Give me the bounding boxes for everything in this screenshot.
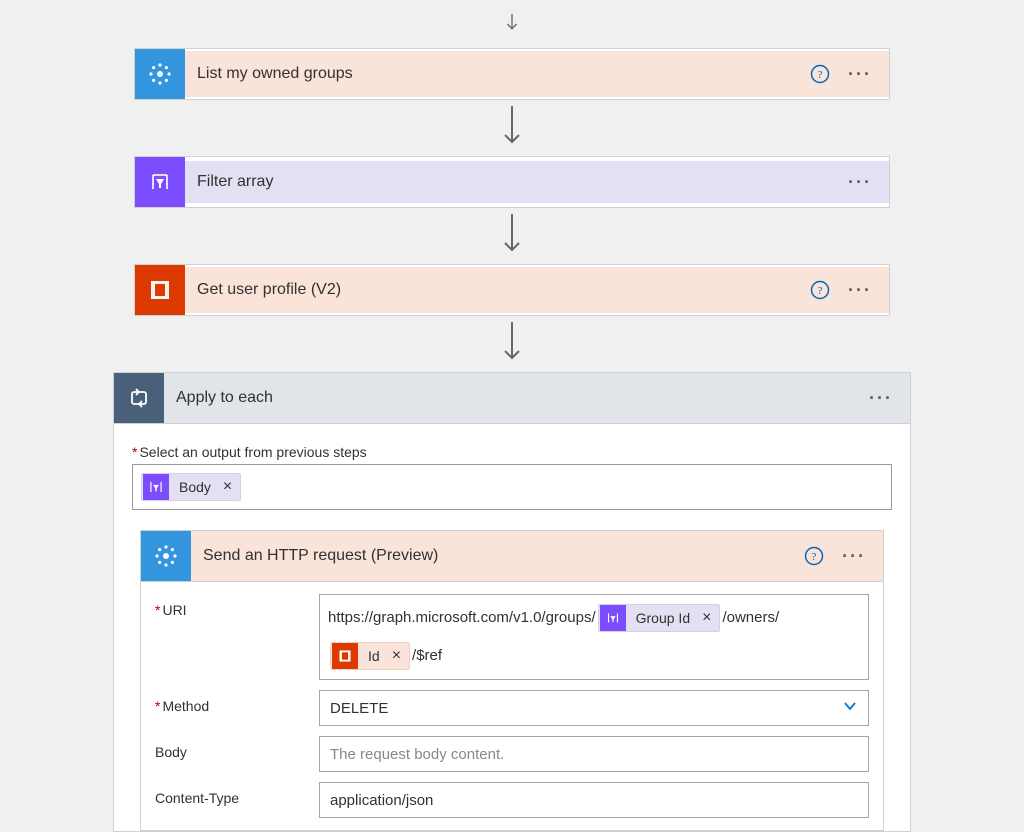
svg-text:?: ? <box>812 551 817 563</box>
more-menu-button[interactable]: ··· <box>839 547 869 565</box>
help-icon[interactable]: ? <box>809 279 831 301</box>
data-ops-icon <box>600 605 626 631</box>
body-row: Body The request body content. <box>155 736 869 772</box>
more-menu-button[interactable]: ··· <box>845 281 875 299</box>
uri-text-2: /owners/ <box>722 599 779 637</box>
step-get-user-profile[interactable]: Get user profile (V2) ? ··· <box>134 264 890 316</box>
content-type-value: application/json <box>330 792 433 809</box>
arrow-down-icon <box>0 316 1024 372</box>
office365-icon <box>135 265 185 315</box>
chevron-down-icon <box>842 698 858 718</box>
content-type-label: Content-Type <box>155 782 319 806</box>
http-form: *URI https://graph.microsoft.com/v1.0/gr… <box>141 582 883 830</box>
select-output-label: *Select an output from previous steps <box>132 444 892 460</box>
azure-ad-icon <box>141 531 191 581</box>
token-label: Id <box>358 641 388 671</box>
token-label: Body <box>169 479 219 495</box>
body-field[interactable]: The request body content. <box>319 736 869 772</box>
step-title: Get user profile (V2) <box>197 281 809 299</box>
required-indicator: * <box>132 444 137 460</box>
step-list-owned-groups[interactable]: List my owned groups ? ··· <box>134 48 890 100</box>
loop-icon <box>114 373 164 423</box>
arrow-down-icon <box>0 0 1024 48</box>
uri-label: *URI <box>155 594 319 618</box>
body-placeholder: The request body content. <box>330 746 504 763</box>
help-icon[interactable]: ? <box>803 545 825 567</box>
uri-row: *URI https://graph.microsoft.com/v1.0/gr… <box>155 594 869 680</box>
method-label: *Method <box>155 690 319 714</box>
token-id[interactable]: Id × <box>330 642 410 670</box>
token-label: Group Id <box>626 603 698 633</box>
step-title: List my owned groups <box>197 65 809 83</box>
data-ops-icon <box>135 157 185 207</box>
uri-field[interactable]: https://graph.microsoft.com/v1.0/groups/ <box>319 594 869 680</box>
token-body[interactable]: Body × <box>141 473 241 501</box>
step-title: Send an HTTP request (Preview) <box>191 547 803 565</box>
select-output-field[interactable]: Body × <box>132 464 892 510</box>
body-label: Body <box>155 736 319 760</box>
step-title: Apply to each <box>164 389 866 407</box>
more-menu-button[interactable]: ··· <box>845 173 875 191</box>
remove-token-button[interactable]: × <box>219 478 236 496</box>
arrow-down-icon <box>0 208 1024 264</box>
uri-text-1: https://graph.microsoft.com/v1.0/groups/ <box>328 599 596 637</box>
apply-each-content: *Select an output from previous steps Bo… <box>114 424 910 831</box>
method-value: DELETE <box>330 700 388 717</box>
uri-text-3: /$ref <box>412 637 442 675</box>
data-ops-icon <box>143 474 169 500</box>
arrow-down-icon <box>0 100 1024 156</box>
content-type-field[interactable]: application/json <box>319 782 869 818</box>
method-row: *Method DELETE <box>155 690 869 726</box>
content-type-row: Content-Type application/json <box>155 782 869 818</box>
step-filter-array[interactable]: Filter array ··· <box>134 156 890 208</box>
step-title: Filter array <box>197 173 845 191</box>
more-menu-button[interactable]: ··· <box>866 389 896 407</box>
step-send-http-request[interactable]: Send an HTTP request (Preview) ? ··· *UR… <box>140 530 884 831</box>
method-select[interactable]: DELETE <box>319 690 869 726</box>
help-icon[interactable]: ? <box>809 63 831 85</box>
more-menu-button[interactable]: ··· <box>845 65 875 83</box>
remove-token-button[interactable]: × <box>698 603 715 633</box>
azure-ad-icon <box>135 49 185 99</box>
token-group-id[interactable]: Group Id × <box>598 604 721 632</box>
svg-text:?: ? <box>818 285 823 297</box>
flow-canvas: List my owned groups ? ··· Filter <box>0 0 1024 832</box>
step-apply-to-each[interactable]: Apply to each ··· *Select an output from… <box>113 372 911 832</box>
office365-icon <box>332 643 358 669</box>
svg-text:?: ? <box>818 69 823 81</box>
remove-token-button[interactable]: × <box>388 641 405 671</box>
